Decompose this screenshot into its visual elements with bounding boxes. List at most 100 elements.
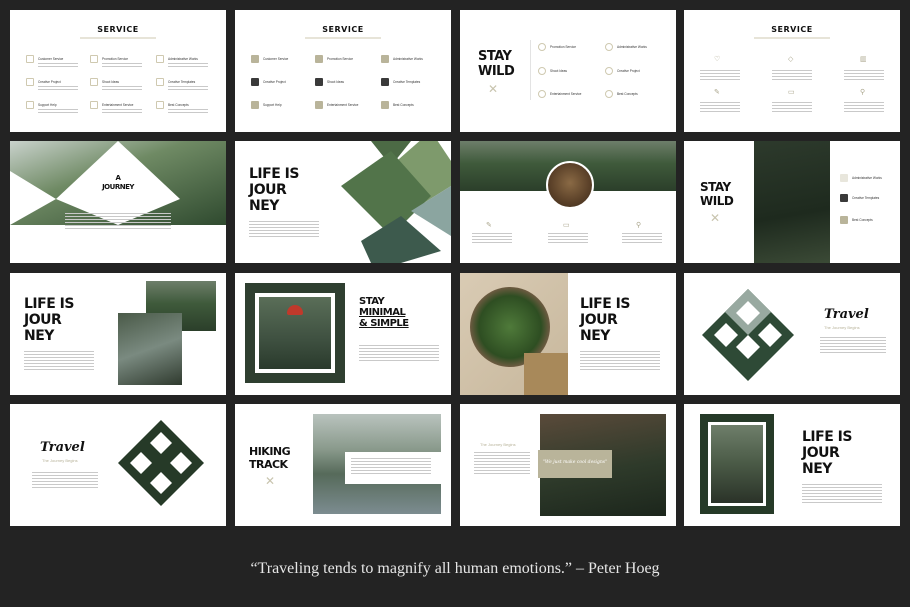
slide-service-1[interactable]: SERVICE Customer Service Promotion Servi…	[10, 10, 226, 132]
slide-travel-1[interactable]: Travel The Journey Begins	[684, 273, 900, 395]
service-icon	[538, 67, 546, 75]
slide-stay-minimal[interactable]: STAY MINIMAL & SIMPLE	[235, 273, 451, 395]
quote-card-text: "We just make cool designs"	[542, 460, 608, 465]
service-icon	[381, 55, 389, 63]
diamond-photo-collage	[341, 141, 451, 263]
service-icon	[156, 101, 164, 109]
river-photo	[118, 313, 182, 385]
slide-title-line: A	[115, 174, 121, 182]
screen-icon: ▭	[563, 222, 570, 229]
service-label: Customer Service	[38, 57, 64, 61]
service-icon	[538, 43, 546, 51]
service-icon	[605, 67, 613, 75]
service-label: Creative Templates	[852, 196, 880, 200]
pencil-icon: ✎	[486, 222, 492, 229]
service-icon	[156, 55, 164, 63]
service-label: Promotion Service	[102, 57, 129, 61]
service-icon	[251, 55, 259, 63]
bear-photo	[546, 161, 594, 209]
text-block	[772, 70, 812, 80]
slide-title-line: MINIMAL	[359, 307, 406, 318]
slide-title: SERVICE	[322, 25, 364, 34]
service-icon	[840, 174, 848, 182]
slide-title-line: WILD	[700, 194, 734, 208]
service-label: Shoot Ideas	[327, 80, 345, 84]
slide-service-3[interactable]: SERVICE ♡ ◇ ▥ ✎ ▭ ⚲	[684, 10, 900, 132]
slide-stay-wild-2[interactable]: STAY WILD ✕ Administrative Works Creativ…	[684, 141, 900, 263]
slide-a-journey[interactable]: A JOURNEY	[10, 141, 226, 263]
text-block	[102, 63, 142, 69]
service-icon	[605, 43, 613, 51]
text-block	[168, 86, 208, 92]
service-label: Promotion Service	[327, 57, 354, 61]
slide-title: SERVICE	[97, 25, 139, 34]
text-block	[38, 86, 78, 92]
service-label: Creative Templates	[168, 80, 196, 84]
travel-title: Travel	[824, 307, 869, 322]
text-block	[772, 102, 812, 112]
text-block	[474, 452, 530, 474]
user-icon: ⚲	[860, 89, 866, 96]
slide-title-line: JOURNEY	[102, 183, 134, 191]
service-icon	[26, 78, 34, 86]
slide-life-journey-4[interactable]: LIFE IS JOUR NEY	[684, 404, 900, 526]
slide-title-line: TRACK	[249, 458, 288, 471]
service-label: Administrative Works	[852, 176, 882, 180]
service-icon	[381, 101, 389, 109]
slide-title-line: NEY	[802, 461, 832, 477]
service-label: Shoot Ideas	[550, 69, 568, 73]
screen-icon: ▭	[788, 89, 795, 96]
text-block	[249, 221, 319, 239]
text-block	[802, 484, 882, 504]
man-photo	[708, 422, 766, 506]
subtitle-line	[754, 37, 830, 39]
slide-cool-designs[interactable]: The Journey Begins "We just make cool de…	[460, 404, 676, 526]
service-icon	[90, 78, 98, 86]
wood-corner	[524, 353, 568, 395]
diamond-mosaic	[702, 289, 794, 381]
chart-icon: ▥	[860, 56, 867, 63]
travel-subtitle: The Journey Begins	[42, 458, 78, 463]
slide-title-line: LIFE IS	[580, 296, 630, 312]
service-label: Entertainment Service	[327, 103, 359, 107]
slide-travel-2[interactable]: Travel The Journey Begins	[10, 404, 226, 526]
slide-life-journey-1[interactable]: LIFE IS JOUR NEY	[235, 141, 451, 263]
text-block	[548, 233, 588, 243]
service-icon	[251, 78, 259, 86]
text-block	[580, 351, 660, 371]
service-icon	[90, 55, 98, 63]
text-block	[102, 109, 142, 115]
service-label: Support Help	[263, 103, 282, 107]
slide-bear[interactable]: ✎ ▭ ⚲	[460, 141, 676, 263]
white-diamond-shape	[10, 141, 226, 263]
service-icon	[156, 78, 164, 86]
slide-hiking-track[interactable]: HIKING TRACK ✕	[235, 404, 451, 526]
slide-title-line: STAY	[359, 296, 385, 307]
slide-title-line: NEY	[249, 198, 279, 214]
service-label: Customer Service	[263, 57, 289, 61]
slide-title-line: LIFE IS	[24, 296, 74, 312]
slide-stay-wild-1[interactable]: STAY WILD ✕ Promotion Service Administra…	[460, 10, 676, 132]
slide-title: SERVICE	[771, 25, 813, 34]
service-label: Creative Project	[38, 80, 61, 84]
service-icon	[26, 101, 34, 109]
pencil-icon: ✎	[714, 89, 720, 96]
service-label: Administrative Works	[168, 57, 198, 61]
service-label: Administrative Works	[393, 57, 423, 61]
user-icon: ⚲	[636, 222, 642, 229]
service-icon	[315, 78, 323, 86]
service-label: Creative Project	[617, 69, 640, 73]
slide-life-journey-2[interactable]: LIFE IS JOUR NEY	[10, 273, 226, 395]
travel-title: Travel	[40, 440, 85, 455]
slide-service-2[interactable]: SERVICE Customer Service Promotion Servi…	[235, 10, 451, 132]
service-icon	[26, 55, 34, 63]
arrows-cross-icon: ✕	[710, 211, 721, 225]
slide-life-journey-3[interactable]: LIFE IS JOUR NEY	[460, 273, 676, 395]
slide-title-line: JOUR	[580, 312, 618, 328]
service-icon	[840, 216, 848, 224]
text-block	[24, 351, 94, 371]
text-block	[844, 102, 884, 112]
service-icon	[90, 101, 98, 109]
subtitle-line	[80, 37, 156, 39]
service-icon	[605, 90, 613, 98]
